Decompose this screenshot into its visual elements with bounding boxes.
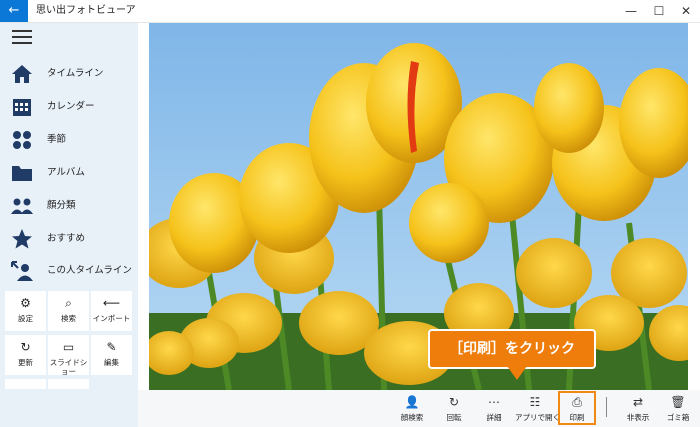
open-with-app-button[interactable]: ☷ アプリで開く <box>515 392 560 424</box>
title-bar: ← 思い出フォトビューア — ☐ ✕ <box>0 0 700 23</box>
face-search-icon: 👤 <box>404 395 420 409</box>
minimize-button[interactable]: — <box>617 0 645 22</box>
open-with-icon: ☷ <box>529 395 541 409</box>
sidebar-item-label: 顔分類 <box>47 200 76 211</box>
swap-arrows-icon: ⇄ <box>632 395 644 409</box>
more-dots-icon: ⋯ <box>488 395 500 409</box>
back-button[interactable]: ← <box>0 0 28 22</box>
rotate-button[interactable]: ↻ 回転 <box>434 392 474 424</box>
face-search-label: 顔検索 <box>400 413 424 422</box>
back-arrow-icon: ← <box>8 3 20 18</box>
rotate-label: 回転 <box>446 413 462 422</box>
tile-partial[interactable] <box>5 379 46 389</box>
sidebar-item-label: タイムライン <box>47 68 104 79</box>
sidebar-item-person-timeline[interactable]: この人タイムライン <box>0 256 138 286</box>
maximize-button[interactable]: ☐ <box>645 0 673 22</box>
sidebar-item-label: アルバム <box>47 167 85 178</box>
import-tile[interactable]: ⟵ インポート <box>91 291 132 331</box>
refresh-tile[interactable]: ↻ 更新 <box>5 335 46 375</box>
instruction-callout: ［印刷］をクリック <box>428 329 596 369</box>
settings-tile[interactable]: ⚙ 設定 <box>5 291 46 331</box>
face-search-button[interactable]: 👤 顔検索 <box>392 392 432 424</box>
tile-label: 検索 <box>61 314 76 323</box>
close-icon: ✕ <box>680 4 692 18</box>
search-icon: ⌕ <box>65 296 72 310</box>
home-icon <box>12 65 32 83</box>
season-icon <box>13 131 31 149</box>
close-button[interactable]: ✕ <box>672 0 700 22</box>
sidebar-item-timeline[interactable]: タイムライン <box>0 59 138 89</box>
sidebar-item-label: 季節 <box>47 134 67 145</box>
open-with-label: アプリで開く <box>515 413 560 422</box>
gear-icon: ⚙ <box>20 296 31 310</box>
tile-partial[interactable] <box>48 379 89 389</box>
sidebar-item-recommended[interactable]: おすすめ <box>0 224 138 254</box>
maximize-icon: ☐ <box>653 4 665 18</box>
tile-label: 設定 <box>18 314 33 323</box>
sidebar-item-faces[interactable]: 顔分類 <box>0 191 138 221</box>
hamburger-menu-icon[interactable] <box>12 30 32 44</box>
callout-tail <box>507 366 527 380</box>
callout-text: ［印刷］をクリック <box>449 341 575 357</box>
person-timeline-icon <box>11 261 33 281</box>
edit-tile[interactable]: ✎ 編集 <box>91 335 132 375</box>
sidebar-item-label: この人タイムライン <box>47 265 132 276</box>
refresh-icon: ↻ <box>20 340 31 354</box>
hide-label: 非表示 <box>626 413 650 422</box>
search-tile[interactable]: ⌕ 検索 <box>48 291 89 331</box>
sidebar-item-calendar[interactable]: カレンダー <box>0 92 138 122</box>
details-label: 詳細 <box>486 413 502 422</box>
pen-icon: ✎ <box>106 340 117 354</box>
folder-icon <box>12 166 32 181</box>
tile-label: インポート <box>92 314 131 323</box>
slideshow-tile[interactable]: ▭ スライドショー <box>48 335 89 376</box>
star-icon <box>12 229 32 249</box>
hide-button[interactable]: ⇄ 非表示 <box>618 392 658 424</box>
tulip-photo <box>149 23 688 390</box>
sidebar-item-season[interactable]: 季節 <box>0 125 138 155</box>
print-highlight-box <box>558 391 596 425</box>
tile-label: スライドショー <box>49 358 88 376</box>
separator <box>606 397 607 417</box>
app-title: 思い出フォトビューア <box>36 5 136 16</box>
minimize-icon: — <box>625 4 637 18</box>
tile-label: 編集 <box>104 358 119 367</box>
sidebar-item-label: カレンダー <box>47 101 95 112</box>
faces-icon <box>11 198 33 214</box>
trash-label: ゴミ箱 <box>666 413 690 422</box>
rotate-icon: ↻ <box>448 395 460 409</box>
sidebar-item-label: おすすめ <box>47 233 86 244</box>
import-arrow-icon: ⟵ <box>102 296 121 310</box>
trash-button[interactable]: 🗑 ゴミ箱 <box>658 392 698 424</box>
tile-label: 更新 <box>18 358 33 367</box>
trash-icon: 🗑 <box>670 395 686 409</box>
details-button[interactable]: ⋯ 詳細 <box>474 392 514 424</box>
sidebar-item-album[interactable]: アルバム <box>0 158 138 188</box>
slideshow-icon: ▭ <box>62 340 75 354</box>
calendar-icon <box>13 99 31 116</box>
